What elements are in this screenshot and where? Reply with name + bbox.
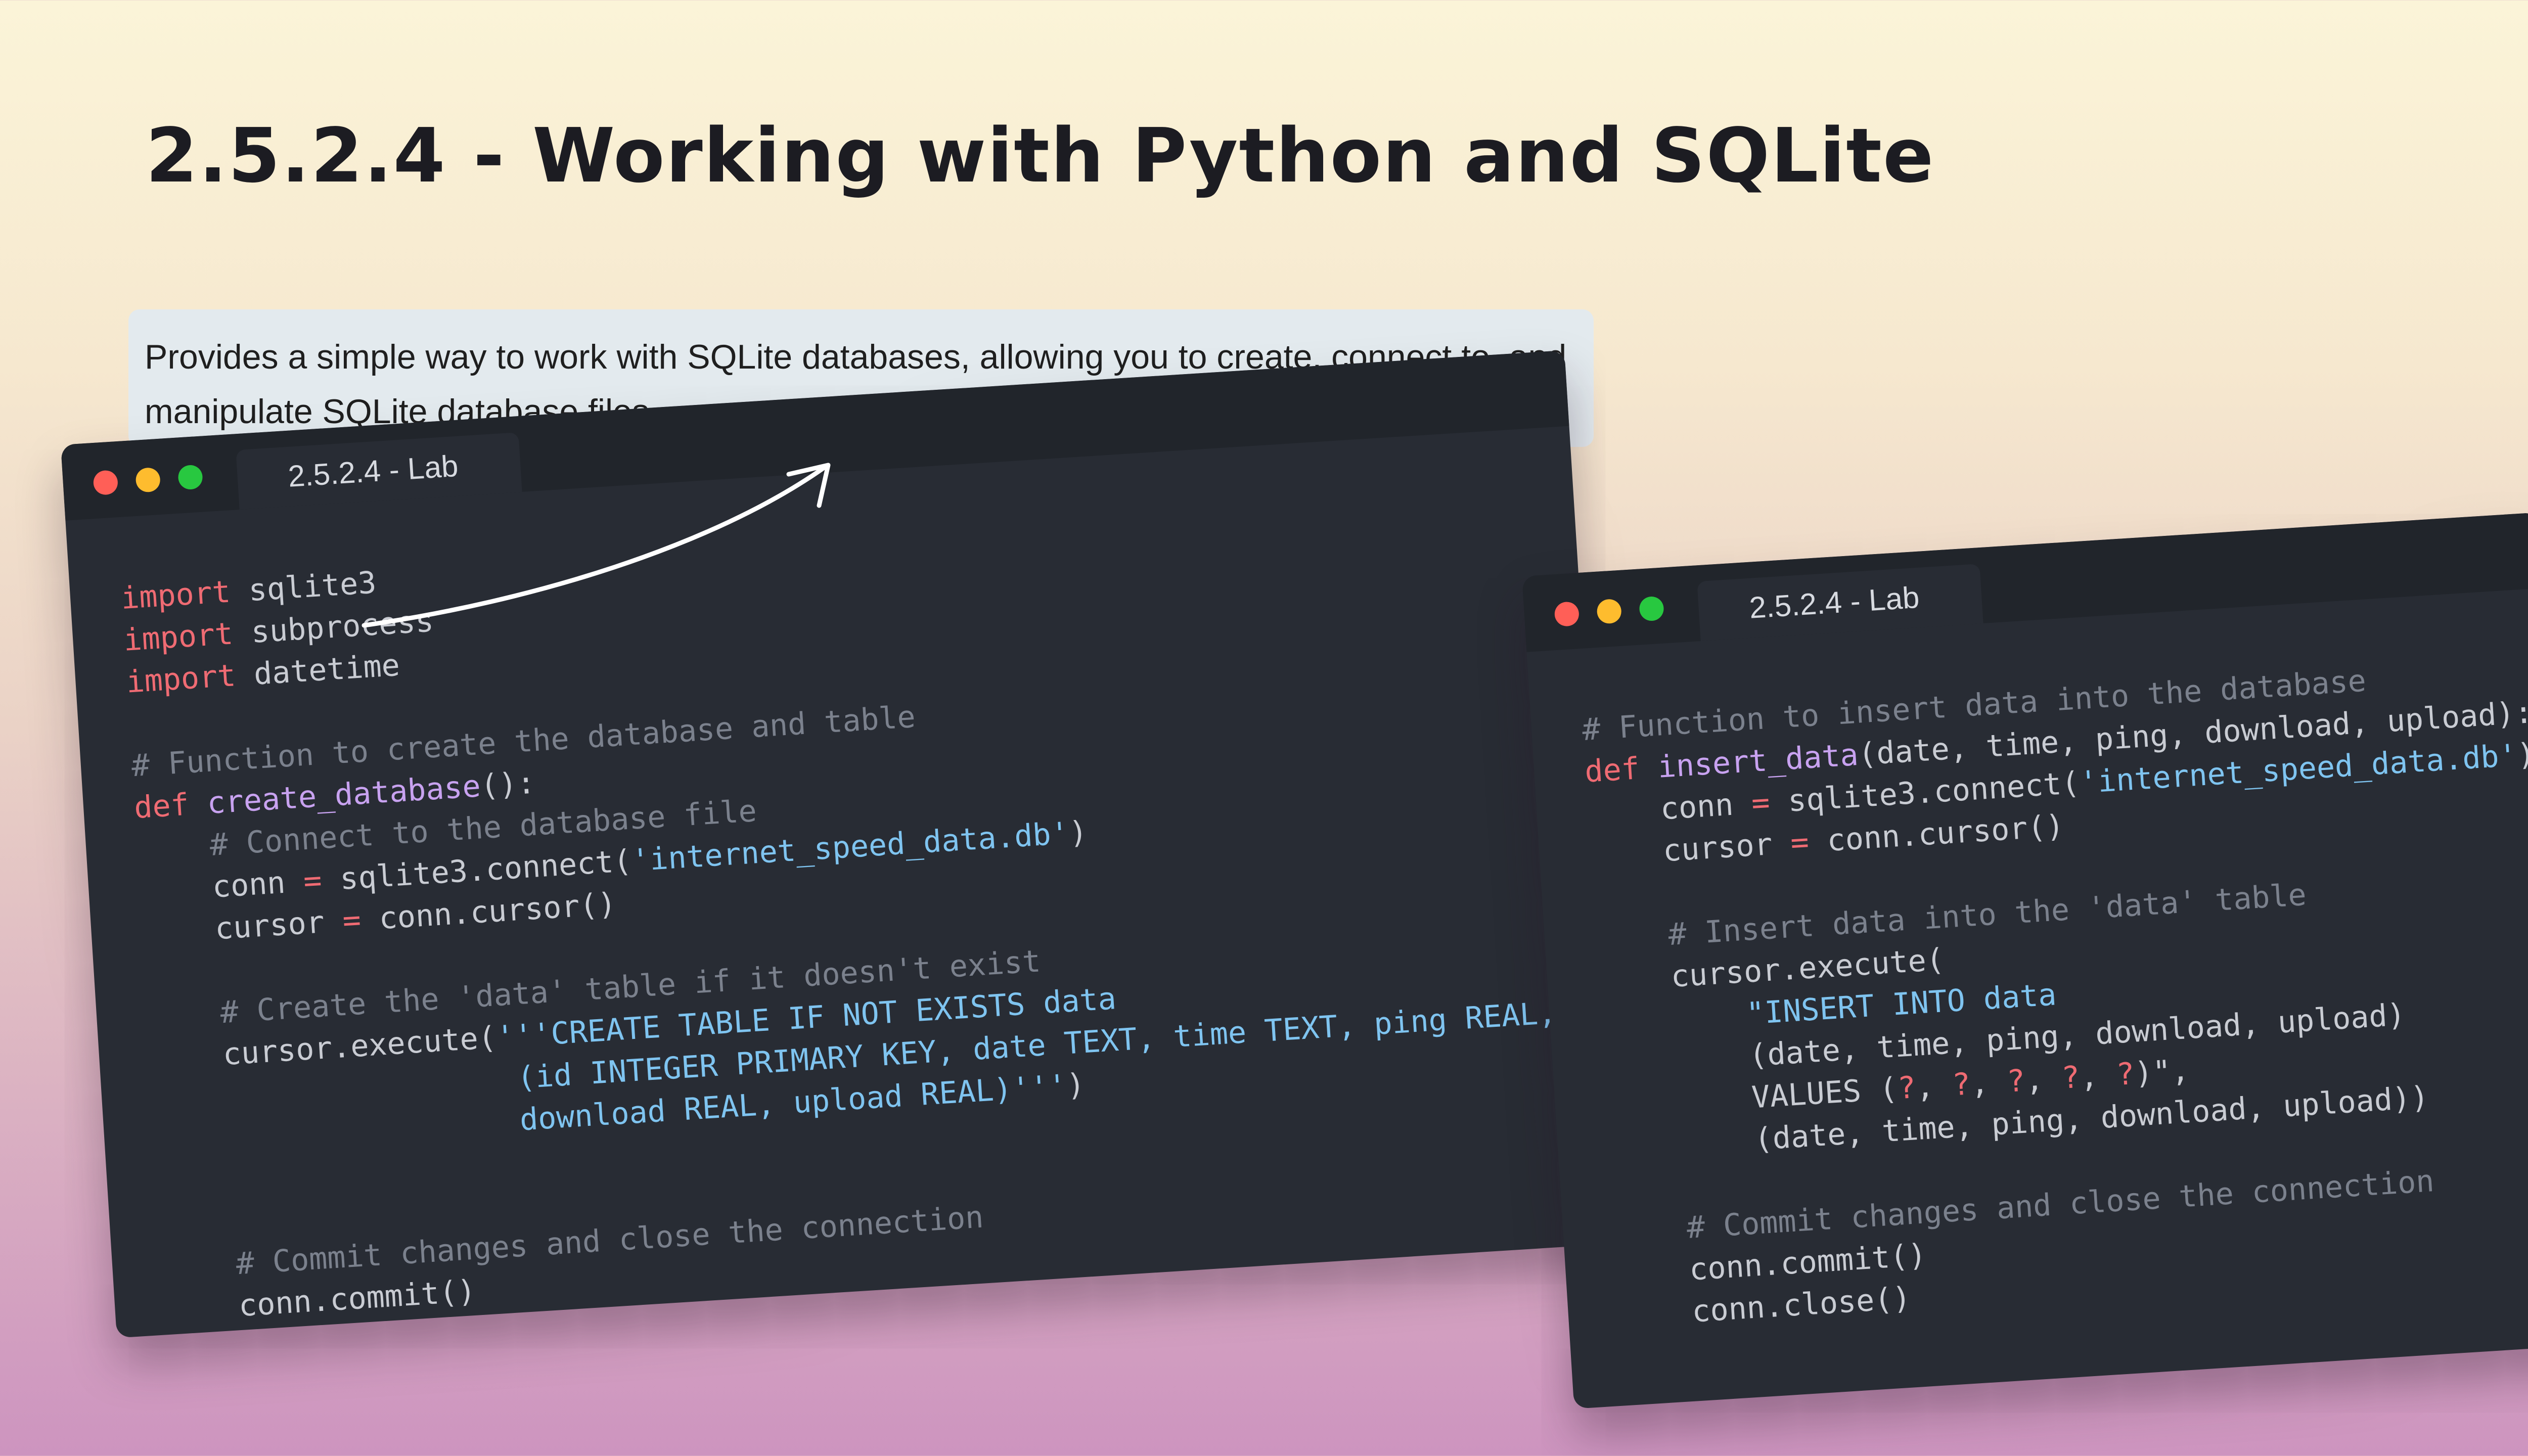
code-window-right: 2.5.2.4 - Lab # Function to insert data … (1522, 512, 2528, 1409)
code-text: (): (479, 765, 536, 804)
close-dot-icon[interactable] (93, 470, 119, 496)
code-window-left: 2.5.2.4 - Lab import sqlite3 import subpr… (61, 350, 1621, 1338)
code-operator: = (1789, 824, 1810, 861)
code-keyword: def (1584, 751, 1641, 790)
code-text: conn (138, 863, 305, 909)
tab-title: 2.5.2.4 - Lab (1748, 580, 1921, 625)
window-titlebar: 2.5.2.4 - Lab (1522, 512, 2528, 652)
code-text: ) (2516, 736, 2528, 774)
maximize-dot-icon[interactable] (177, 464, 203, 490)
code-text: , (1914, 1067, 1954, 1106)
minimize-dot-icon[interactable] (1596, 598, 1622, 624)
code-operator: ? (2115, 1056, 2136, 1093)
slide-title: 2.5.2.4 - Working with Python and SQLite (146, 112, 1935, 199)
code-block: import sqlite3 import subprocess import da… (120, 490, 1573, 1338)
window-tab[interactable]: 2.5.2.4 - Lab (236, 432, 522, 510)
code-block: # Function to insert data into the datab… (1581, 650, 2528, 1337)
code-keyword: import (122, 616, 235, 658)
code-keyword: import (125, 658, 237, 700)
close-dot-icon[interactable] (1554, 601, 1580, 627)
code-text: datetime (234, 647, 401, 694)
maximize-dot-icon[interactable] (1639, 596, 1664, 622)
code-operator: ? (1951, 1066, 1972, 1103)
code-text: ) (1065, 1067, 1086, 1104)
code-text: , (2024, 1060, 2063, 1099)
tab-title: 2.5.2.4 - Lab (287, 448, 460, 493)
code-text: , (1969, 1064, 2008, 1102)
code-text: )", (2133, 1053, 2191, 1091)
code-text: subprocess (232, 603, 435, 652)
code-text: ) (1068, 814, 1089, 851)
code-operator: = (341, 902, 362, 939)
window-tab[interactable]: 2.5.2.4 - Lab (1697, 564, 1983, 642)
code-text: , (2079, 1057, 2117, 1095)
code-text: cursor (141, 903, 344, 951)
code-text: conn (1586, 786, 1753, 832)
code-operator: = (302, 862, 323, 899)
code-keyword: def (133, 787, 190, 826)
code-text: sqlite3 (229, 565, 378, 610)
code-operator: = (1750, 785, 1771, 822)
code-text: cursor (1589, 825, 1792, 874)
code-operator: ? (2060, 1059, 2081, 1096)
code-keyword: import (120, 574, 232, 617)
code-operator: ? (1896, 1070, 1917, 1107)
code-operator: ? (2006, 1063, 2026, 1100)
minimize-dot-icon[interactable] (135, 467, 161, 493)
